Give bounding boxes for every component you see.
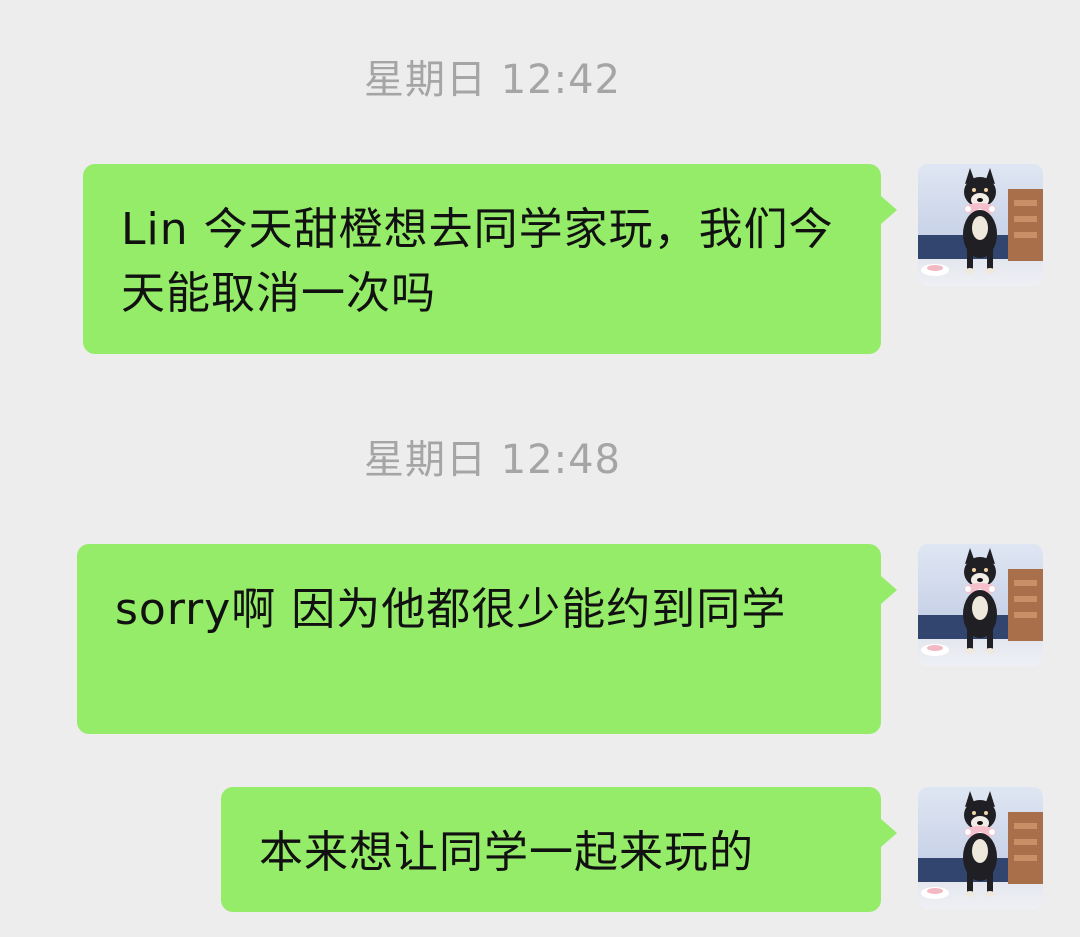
shiba-dog-avatar[interactable]: [918, 544, 1043, 666]
dog-picture-icon: [921, 548, 1043, 656]
message-timestamp: 星期日 12:48: [364, 437, 621, 483]
dog-picture-icon: [921, 791, 1043, 899]
dog-picture-icon: [921, 168, 1043, 276]
chat-message-bubble[interactable]: Lin 今天甜橙想去同学家玩，我们今天能取消一次吗: [83, 164, 897, 354]
message-timestamp: 星期日 12:42: [364, 57, 621, 103]
chat-message-bubble[interactable]: sorry啊 因为他都很少能约到同学: [77, 544, 897, 734]
shiba-dog-avatar[interactable]: [918, 787, 1043, 909]
chat-message-bubble[interactable]: 本来想让同学一起来玩的: [221, 787, 897, 912]
shiba-dog-avatar[interactable]: [918, 164, 1043, 286]
